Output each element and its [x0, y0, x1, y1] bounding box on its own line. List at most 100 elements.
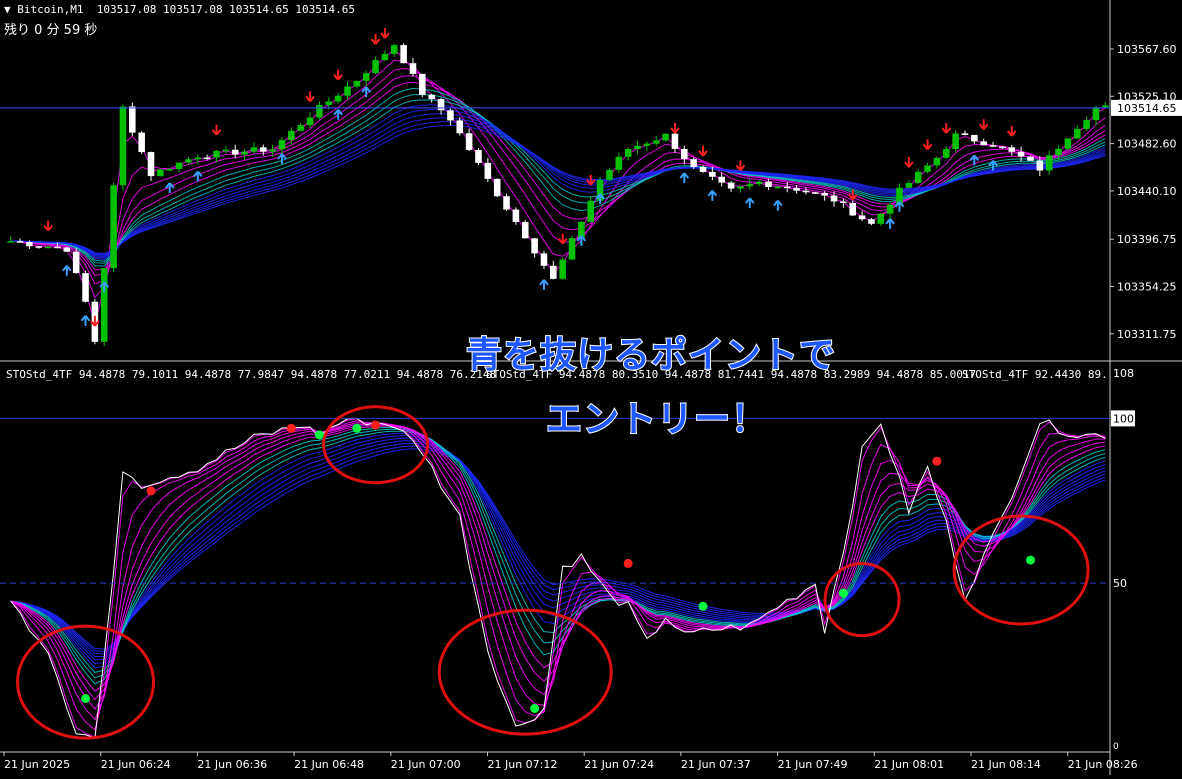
candle-body — [54, 246, 61, 249]
candle-body — [63, 247, 71, 252]
candle-body — [671, 133, 679, 149]
osc-band — [10, 432, 1106, 669]
candle-body — [540, 253, 548, 266]
candle-body — [634, 145, 641, 150]
time-tick-label: 21 Jun 08:01 — [874, 758, 944, 771]
candle-body — [980, 141, 987, 146]
candle-body — [353, 80, 361, 87]
candle-body — [1036, 160, 1044, 171]
candle-body — [681, 148, 688, 160]
candle-body — [1083, 120, 1090, 129]
price-ma-band — [10, 124, 1106, 255]
candle-body — [652, 140, 660, 144]
time-tick-label: 21 Jun 08:26 — [1068, 758, 1138, 771]
indicator-label-3: STOStd_4TF 92.4430 89. — [962, 368, 1108, 381]
sell-arrow-icon — [333, 69, 343, 81]
signal-dot — [146, 486, 156, 496]
candle-body — [241, 151, 248, 155]
candle-body — [727, 182, 735, 189]
candle-body — [503, 196, 510, 210]
signal-dot — [530, 703, 540, 713]
sell-arrow-icon — [670, 122, 680, 134]
candle-body — [961, 133, 969, 135]
candle-body — [456, 120, 464, 134]
candle-body — [82, 273, 89, 302]
chart-canvas[interactable]: 103567.60103525.10103482.60103440.101033… — [0, 0, 1182, 775]
sell-arrow-icon — [904, 156, 914, 168]
candle-body — [942, 148, 950, 158]
candle-body — [1073, 128, 1081, 139]
time-tick-label: 21 Jun 2025 — [4, 758, 70, 771]
sell-arrow-icon — [941, 122, 952, 134]
sell-arrow-icon — [43, 220, 53, 232]
candle-body — [550, 265, 557, 279]
candle-body — [475, 149, 482, 163]
candle-body — [587, 200, 595, 222]
candle-body — [849, 202, 856, 216]
osc-band — [10, 418, 1106, 738]
candle-body — [933, 157, 941, 166]
candle-body — [737, 186, 744, 189]
price-ma-band — [10, 48, 1106, 327]
candle-body — [1055, 148, 1062, 156]
candle-body — [269, 149, 276, 152]
candle-body — [231, 149, 239, 155]
symbol-header: ▼ Bitcoin,M1 103517.08 103517.08 103514.… — [4, 3, 355, 16]
candle-body — [1008, 147, 1016, 152]
candle-body — [447, 110, 454, 121]
osc-tick-label: 50 — [1113, 577, 1127, 590]
candle-body — [493, 178, 501, 197]
candle-body — [830, 195, 838, 202]
osc-band — [10, 442, 1106, 655]
time-tick-label: 21 Jun 06:48 — [294, 758, 364, 771]
candle-body — [568, 238, 576, 260]
candle-body — [1102, 105, 1109, 108]
candle-body — [793, 188, 800, 191]
candle-body — [924, 165, 931, 172]
candle-body — [381, 53, 389, 61]
candle-body — [783, 186, 791, 189]
signal-dot — [286, 423, 296, 433]
candle-body — [44, 246, 52, 249]
candle-body — [484, 162, 492, 179]
candle-body — [222, 149, 230, 152]
candle-body — [709, 171, 716, 177]
candle-body — [147, 152, 155, 177]
candle-body — [905, 182, 913, 188]
candle-body — [325, 101, 333, 105]
candle-body — [390, 45, 398, 54]
osc-tick-label: 108 — [1113, 367, 1134, 380]
candle-body — [306, 117, 314, 126]
candle-body — [129, 106, 136, 133]
time-tick-label: 21 Jun 06:24 — [101, 758, 171, 771]
candle-body — [821, 193, 828, 196]
osc-band — [10, 422, 1106, 721]
candle-body — [1045, 155, 1053, 171]
candle-body — [755, 181, 763, 185]
candle-body — [288, 130, 295, 141]
candle-body — [400, 45, 407, 64]
candle-body — [465, 133, 473, 150]
candle-body — [362, 73, 370, 81]
signal-dot — [1025, 555, 1035, 565]
time-tick-label: 21 Jun 07:12 — [488, 758, 558, 771]
price-ma-band — [10, 67, 1106, 285]
candle-body — [643, 143, 651, 146]
candle-body — [615, 156, 623, 170]
buy-arrow-icon — [745, 197, 755, 209]
sell-arrow-icon — [370, 34, 381, 45]
osc-band — [10, 435, 1106, 665]
candle-body — [119, 106, 127, 186]
osc-band — [10, 440, 1106, 657]
collapse-triangle-icon[interactable]: ▼ — [4, 3, 17, 16]
candle-body — [812, 192, 819, 194]
candle-body — [1064, 138, 1072, 149]
candle-body — [989, 145, 997, 147]
signal-dot — [314, 430, 324, 440]
price-tick-label: 103396.75 — [1117, 233, 1177, 246]
candle-body — [858, 215, 866, 220]
buy-arrow-icon — [773, 200, 783, 211]
candle-body — [344, 86, 351, 96]
price-tick-label: 103567.60 — [1117, 43, 1177, 56]
price-tick-label: 103311.75 — [1117, 328, 1177, 341]
